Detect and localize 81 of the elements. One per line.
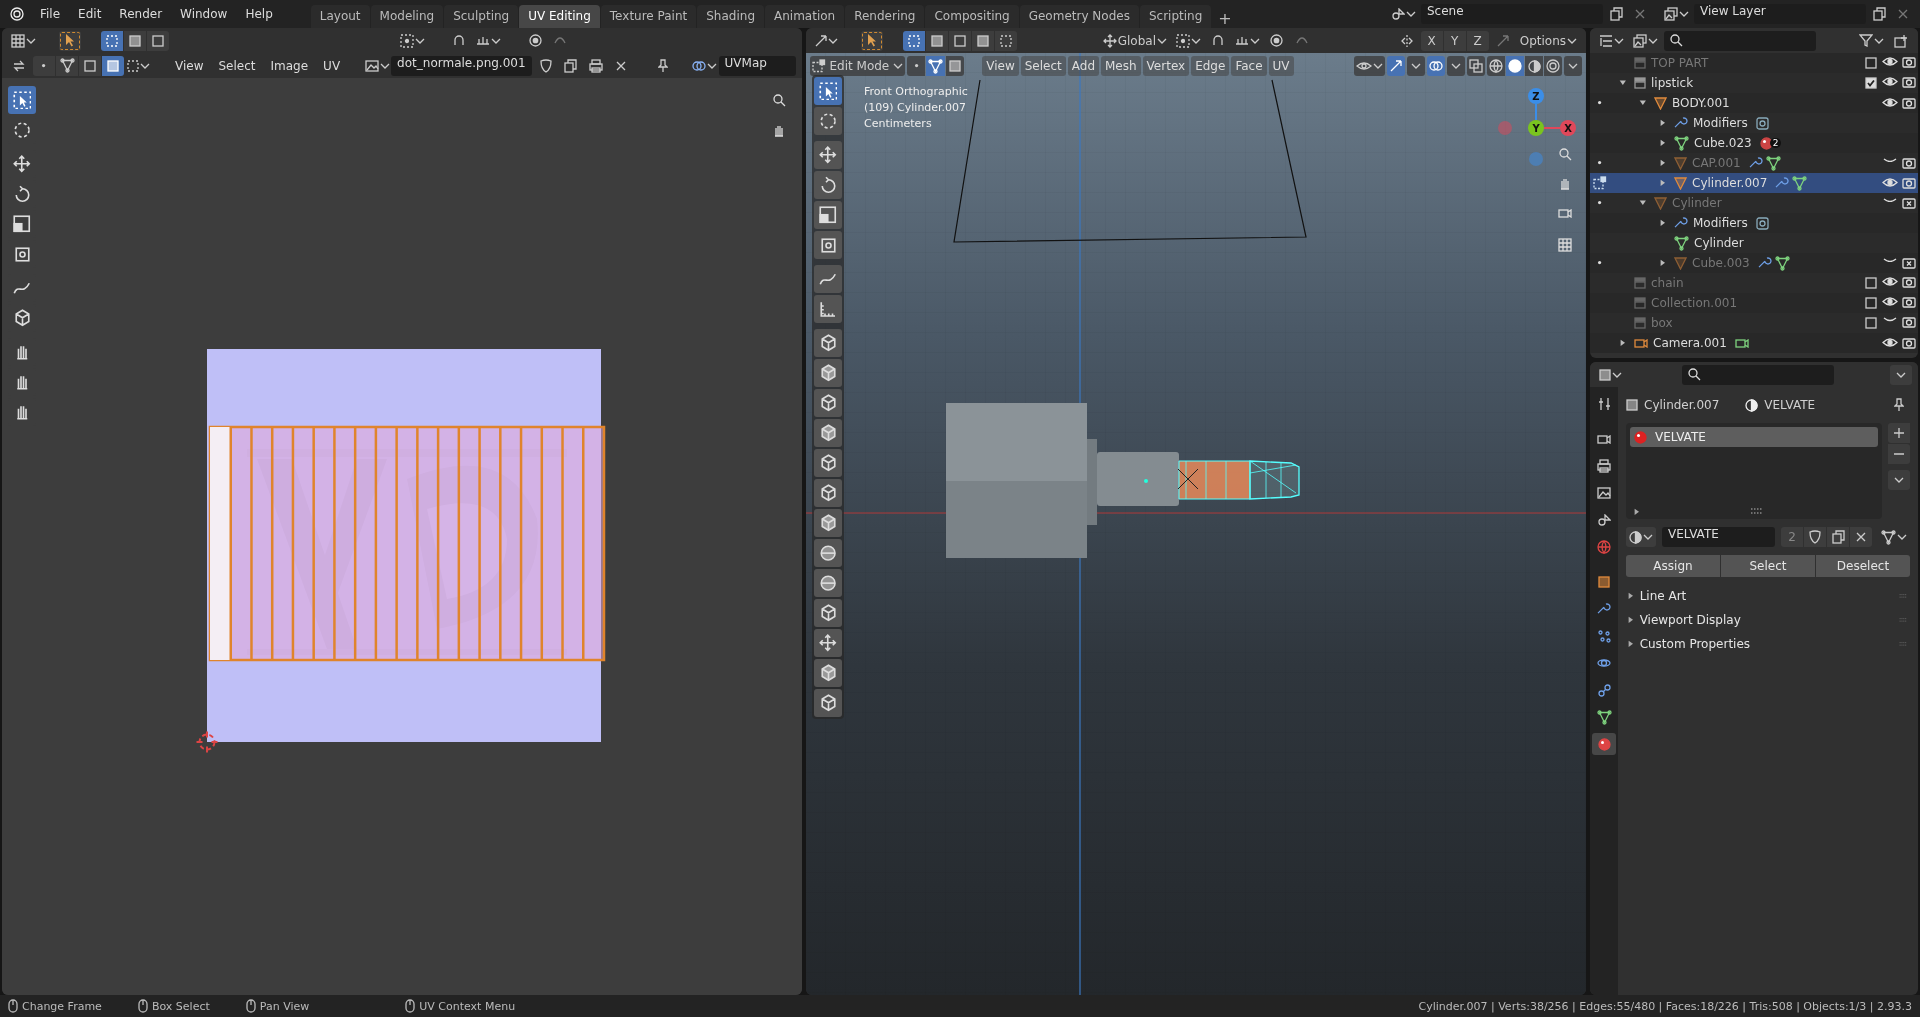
image-name-field[interactable]: dot_normale.png.001 [391, 55, 532, 76]
item-name: Collection.001 [1651, 296, 1738, 310]
menu-item[interactable]: Face [1231, 56, 1267, 76]
item-name: BODY.001 [1672, 96, 1730, 110]
workspace-tab[interactable]: Texture Paint [600, 5, 697, 28]
workspace-tab[interactable]: Compositing [925, 5, 1019, 28]
item-name: Cube.003 [1692, 256, 1750, 270]
item-name: CAP.001 [1692, 156, 1741, 170]
item-name: Cylinder [1694, 236, 1744, 250]
uv-map-field[interactable]: UVMap [718, 55, 796, 76]
panel-header[interactable]: Line Art [1626, 585, 1910, 607]
status-hint: Pan View [259, 999, 310, 1013]
menu-item[interactable]: Add [1067, 56, 1099, 76]
material-slot[interactable]: VELVATE [1630, 427, 1878, 447]
material-name: VELVATE [1764, 398, 1816, 412]
item-name: Cylinder.007 [1692, 176, 1768, 190]
scene-statistics: Cylinder.007 | Verts:38/256 | Edges:55/480 | Faces:18/226 | Tris:508 | Objects:1/3 | 2.93.3 [1418, 999, 1912, 1013]
outliner-row[interactable]: BODY.001 [1590, 93, 1918, 113]
item-name: Camera.001 [1653, 336, 1727, 350]
workspace-tab[interactable]: Layout [310, 5, 370, 28]
material-name-field[interactable]: VELVATE [1662, 527, 1775, 547]
orientation-dropdown[interactable]: Global [1099, 30, 1170, 51]
workspace-tab[interactable]: Rendering [845, 5, 925, 28]
outliner-row[interactable]: Camera.001 [1590, 333, 1918, 353]
menu-item[interactable]: Image [264, 55, 315, 76]
deselect-button[interactable]: Deselect [1816, 555, 1910, 577]
outliner-row[interactable]: Cylinder.007 [1590, 173, 1918, 193]
menu-item[interactable]: View [982, 56, 1019, 76]
item-name: box [1651, 316, 1673, 330]
item-name: Modifiers [1693, 216, 1748, 230]
viewport-info-text: (109) Cylinder.007 [864, 101, 968, 114]
menu-item[interactable]: Window [172, 4, 236, 24]
scene-field[interactable]: Scene [1421, 4, 1603, 24]
axis-toggle[interactable]: Z [1466, 30, 1489, 51]
menu-item[interactable]: UV [1268, 56, 1294, 76]
object-name: Cylinder.007 [1644, 398, 1720, 412]
workspace-tab[interactable]: Sculpting [444, 5, 519, 28]
workspace-tab[interactable]: Scripting [1139, 5, 1212, 28]
axis-toggle[interactable]: X [1420, 30, 1443, 51]
status-hint: Change Frame [22, 999, 102, 1013]
assign-button[interactable]: Assign [1626, 555, 1720, 577]
add-workspace-button[interactable]: + [1212, 9, 1238, 28]
outliner-row[interactable]: Cylinder [1590, 233, 1918, 253]
select-button[interactable]: Select [1721, 555, 1815, 577]
item-name: Modifiers [1693, 116, 1748, 130]
item-name: lipstick [1651, 76, 1694, 90]
viewport-info-text: Front Orthographic [864, 85, 968, 98]
panel-header[interactable]: Viewport Display [1626, 609, 1910, 631]
menu-item[interactable]: Edge [1191, 56, 1230, 76]
options-dropdown[interactable]: Options [1516, 30, 1580, 51]
count-badge: 2 [1769, 138, 1782, 148]
status-hint: UV Context Menu [419, 999, 516, 1013]
outliner-row[interactable]: lipstick [1590, 73, 1918, 93]
item-name: Cylinder [1672, 196, 1722, 210]
workspace-tab[interactable]: Animation [765, 5, 845, 28]
menu-item[interactable]: Select [1020, 56, 1066, 76]
menu-item[interactable]: View [169, 55, 210, 76]
panel-header[interactable]: Custom Properties [1626, 633, 1910, 655]
outliner-row[interactable]: Modifiers [1590, 213, 1918, 233]
item-name: Cube.023 [1694, 136, 1752, 150]
menu-item[interactable]: Render [111, 4, 171, 24]
menu-item[interactable]: Help [237, 4, 281, 24]
outliner-row[interactable]: Modifiers [1590, 113, 1918, 133]
status-hint: Box Select [151, 999, 210, 1013]
outliner-row[interactable]: Cube.023 2 [1590, 133, 1918, 153]
workspace-tab[interactable]: Modeling [370, 5, 444, 28]
mode-dropdown[interactable]: Edit Mode [810, 56, 906, 76]
viewport-info-text: Centimeters [864, 117, 933, 130]
axis-toggle[interactable]: Y [1443, 30, 1466, 51]
item-name: TOP PART [1651, 56, 1709, 70]
menu-item[interactable]: Select [212, 55, 262, 76]
item-name: chain [1651, 276, 1684, 290]
workspace-tab[interactable]: Geometry Nodes [1019, 5, 1139, 28]
view-layer-field[interactable]: View Layer [1694, 4, 1866, 24]
workspace-tab[interactable]: UV Editing [519, 5, 600, 28]
menu-item[interactable]: Edit [70, 4, 110, 24]
menu-item[interactable]: Mesh [1101, 56, 1141, 76]
menu-item[interactable]: File [32, 4, 69, 24]
menu-item[interactable]: Vertex [1142, 56, 1190, 76]
menu-item[interactable]: UV [317, 55, 347, 76]
workspace-tab[interactable]: Shading [697, 5, 764, 28]
